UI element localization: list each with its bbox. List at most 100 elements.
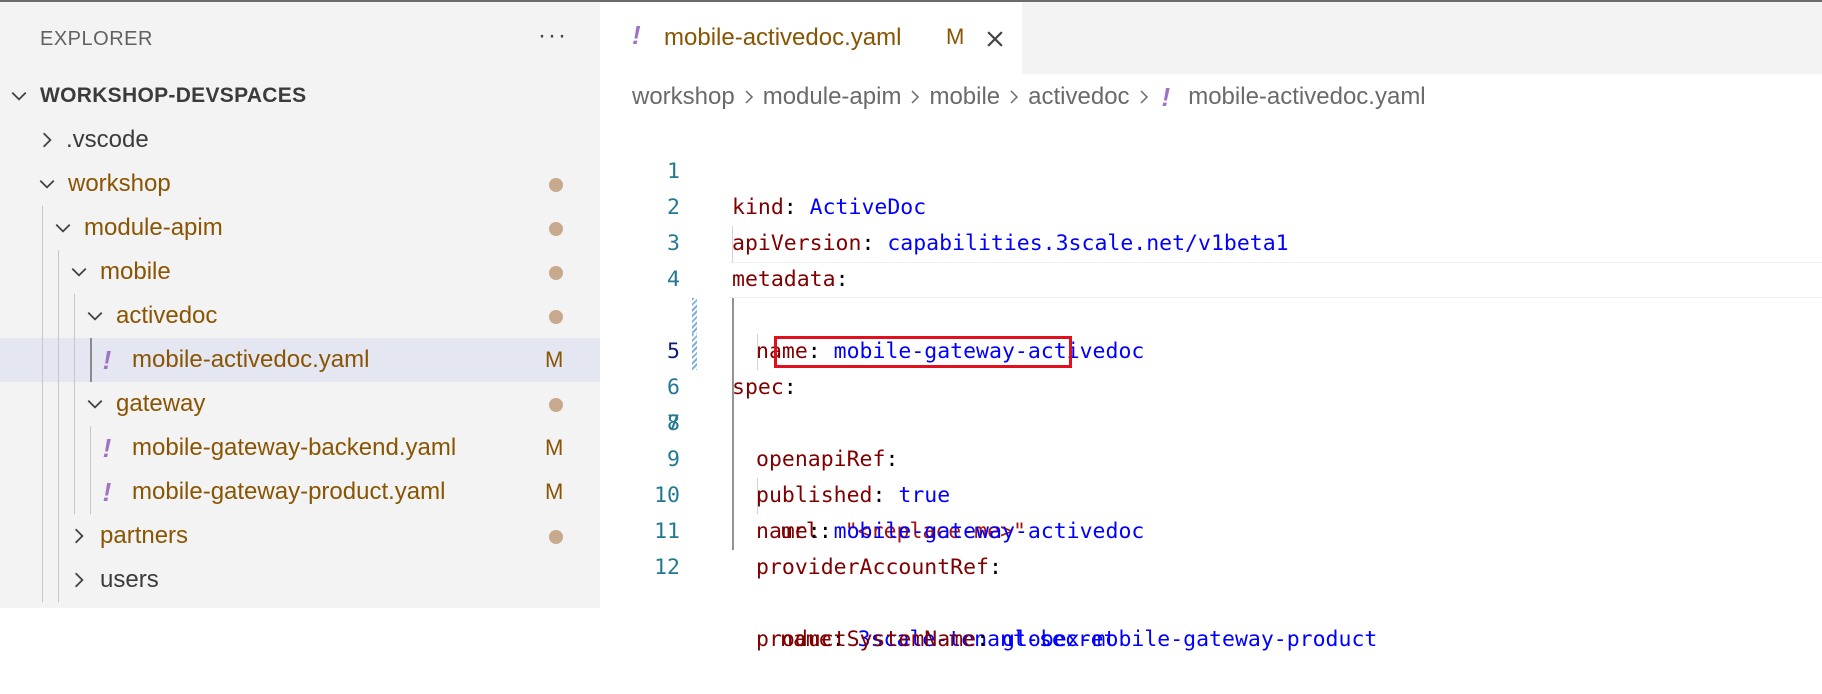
indent-guide: [58, 338, 59, 382]
indent-guide: [90, 470, 91, 514]
code-line: 1 kind: ActiveDoc: [600, 118, 1822, 220]
breadcrumb-item[interactable]: activedoc: [1028, 80, 1129, 114]
tree-item-label: mobile: [100, 258, 171, 285]
modified-badge: M: [946, 24, 965, 49]
code-line: 11 name: 3scale-tenant-secret: [600, 478, 1822, 652]
tree-item-label: partners: [100, 522, 189, 549]
indent-guide: [58, 514, 59, 558]
breadcrumb-item[interactable]: workshop: [632, 80, 735, 114]
chevron-right-icon: [901, 89, 929, 105]
current-line-highlight: [730, 262, 1822, 298]
chevron-right-icon[interactable]: [36, 118, 58, 162]
indent-guide: [42, 382, 43, 426]
modified-badge: M: [545, 479, 564, 504]
indent-guide: [732, 406, 734, 442]
code-line: 6 openapiRef:: [600, 298, 1822, 472]
tree-item-label: gateway: [116, 390, 206, 417]
modified-dot-icon: [549, 530, 563, 544]
breadcrumb-item[interactable]: mobile-activedoc.yaml: [1188, 80, 1425, 114]
tree-item-label: .vscode: [66, 126, 149, 153]
line-number: 12: [654, 555, 680, 580]
tree-item-label: activedoc: [116, 302, 218, 329]
tree-item-module-apim[interactable]: module-apim: [0, 206, 600, 250]
indent-guide: [58, 470, 59, 514]
tree-item-mobile-gateway-product-yaml[interactable]: ! mobile-gateway-product.yaml M: [0, 470, 600, 514]
indent-guide: [42, 426, 43, 470]
indent-guide: [757, 334, 758, 370]
dirty-diff-marker[interactable]: [692, 334, 697, 370]
tab-mobile-activedoc-yaml[interactable]: ! mobile-activedoc.yaml M: [600, 2, 1022, 74]
chevron-down-icon[interactable]: [68, 250, 90, 294]
chevron-right-icon[interactable]: [68, 558, 90, 602]
code-line: 3 metadata:: [600, 190, 1822, 292]
modified-dot-icon: [549, 310, 563, 324]
tree-item-label: mobile-activedoc.yaml: [132, 346, 370, 373]
indent-guide: [58, 250, 59, 294]
indent-guide: [732, 370, 734, 406]
tree-item-partners[interactable]: partners: [0, 514, 600, 558]
breadcrumb-item[interactable]: module-apim: [763, 80, 902, 114]
tree-item-label: mobile-gateway-product.yaml: [132, 478, 446, 505]
modified-dot-icon: [549, 266, 563, 280]
code-editor[interactable]: 1 kind: ActiveDoc 2 apiVersion: capabili…: [600, 118, 1822, 652]
modified-badge: M: [545, 347, 564, 372]
chevron-down-icon[interactable]: [84, 294, 106, 338]
chevron-down-icon[interactable]: [8, 74, 30, 118]
indent-guide: [90, 338, 92, 382]
breadcrumb-item[interactable]: mobile: [929, 80, 1000, 114]
indent-guide: [42, 206, 43, 250]
indent-guide: [74, 426, 75, 470]
tree-item-mobile-activedoc-yaml[interactable]: ! mobile-activedoc.yaml M: [0, 338, 600, 382]
indent-guide: [42, 250, 43, 294]
yaml-icon: !: [1161, 82, 1171, 112]
tree-item-label: mobile-gateway-backend.yaml: [132, 434, 457, 461]
indent-guide: [74, 470, 75, 514]
root-folder-label: WORKSHOP-DEVSPACES: [40, 84, 307, 107]
tab-bar: ! mobile-activedoc.yaml M: [600, 2, 1822, 74]
code-line: 2 apiVersion: capabilities.3scale.net/v1…: [600, 154, 1822, 256]
code-line: 8 published: true: [600, 370, 1822, 508]
tree-item-label: workshop: [68, 170, 171, 197]
dirty-diff-marker[interactable]: [692, 298, 697, 334]
tree-item-workshop[interactable]: workshop: [0, 162, 600, 206]
modified-dot-icon: [549, 222, 563, 236]
code-line: 12 productSystemName: globex-mobile-gate…: [600, 514, 1822, 652]
indent-guide: [732, 226, 733, 262]
indent-guide: [42, 294, 43, 338]
code-line: 4 name: mobile-gateway-activedoc: [600, 226, 1822, 364]
indent-guide: [74, 338, 75, 382]
modified-dot-icon: [549, 398, 563, 412]
chevron-right-icon: [1000, 89, 1028, 105]
more-actions-icon[interactable]: ···: [538, 24, 568, 48]
tree-item-vscode[interactable]: .vscode: [0, 118, 600, 162]
explorer-title: EXPLORER: [40, 28, 153, 50]
yaml-key: providerAccountRef: [756, 555, 989, 580]
tree-item-activedoc[interactable]: activedoc: [0, 294, 600, 338]
chevron-down-icon[interactable]: [52, 206, 74, 250]
indent-guide: [58, 382, 59, 426]
tree-item-mobile-gateway-backend-yaml[interactable]: ! mobile-gateway-backend.yaml M: [0, 426, 600, 470]
chevron-right-icon: [1130, 89, 1158, 105]
yaml-icon: !: [632, 20, 641, 50]
tree-root-workshop-devspaces[interactable]: WORKSHOP-DEVSPACES: [0, 74, 600, 118]
code-line: 7 url: "<replace-me>": [600, 334, 1822, 544]
tree-item-mobile[interactable]: mobile: [0, 250, 600, 294]
indent-guide: [58, 558, 59, 602]
tree-item-gateway[interactable]: gateway: [0, 382, 600, 426]
annotation-highlight-box: [774, 336, 1072, 368]
code-line: 10 providerAccountRef:: [600, 442, 1822, 580]
indent-guide: [732, 442, 734, 478]
tree-item-users[interactable]: users: [0, 558, 600, 602]
file-tree: WORKSHOP-DEVSPACES .vscode workshop modu…: [0, 74, 600, 602]
indent-guide: [732, 298, 734, 334]
close-icon[interactable]: [984, 28, 1006, 50]
chevron-down-icon[interactable]: [84, 382, 106, 426]
chevron-right-icon[interactable]: [68, 514, 90, 558]
modified-dot-icon: [549, 178, 563, 192]
yaml-key: productSystemName: [756, 627, 977, 652]
chevron-down-icon[interactable]: [36, 162, 58, 206]
indent-guide: [74, 382, 75, 426]
yaml-icon: !: [102, 433, 112, 463]
indent-guide: [58, 426, 59, 470]
chevron-right-icon: [735, 89, 763, 105]
